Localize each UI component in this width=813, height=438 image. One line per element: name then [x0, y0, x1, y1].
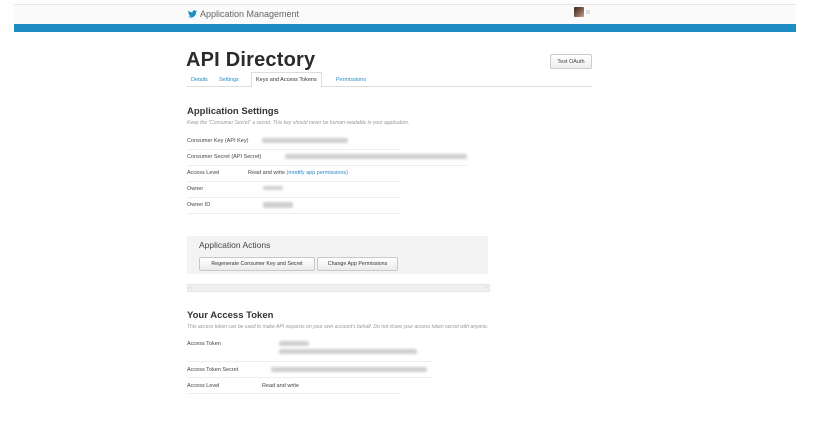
- access-token-value-redacted-1: [279, 341, 309, 346]
- modify-app-permissions-link[interactable]: (modify app permissions): [287, 170, 348, 176]
- twitter-bird-icon: [188, 10, 197, 18]
- consumer-key-row: Consumer Key (API Key): [187, 134, 400, 150]
- avatar[interactable]: [574, 7, 584, 17]
- brand[interactable]: Application Management: [188, 9, 299, 19]
- regenerate-consumer-key-button[interactable]: Regenerate Consumer Key and Secret: [199, 257, 315, 271]
- consumer-secret-value-redacted: [285, 154, 467, 159]
- application-actions-panel: Application Actions Regenerate Consumer …: [187, 236, 488, 274]
- owner-id-label: Owner ID: [187, 202, 211, 208]
- access-token-secret-label: Access Token Secret: [187, 367, 239, 373]
- token-access-level-label: Access Level: [187, 383, 220, 389]
- top-navigation-bar: [14, 4, 796, 25]
- access-token-label: Access Token: [187, 341, 221, 347]
- owner-row: Owner: [187, 182, 400, 198]
- consumer-secret-label: Consumer Secret (API Secret): [187, 154, 262, 160]
- owner-value-redacted: [263, 186, 283, 190]
- test-oauth-button[interactable]: Test OAuth: [550, 54, 592, 69]
- change-app-permissions-button[interactable]: Change App Permissions: [317, 257, 398, 271]
- scroll-right-icon[interactable]: ›: [485, 285, 487, 291]
- access-token-value-redacted-2: [279, 349, 417, 354]
- owner-id-value-redacted: [263, 202, 293, 208]
- access-level-value: Read and write (modify app permissions): [248, 170, 348, 176]
- access-level-text: Read and write: [248, 170, 285, 176]
- scroll-left-icon[interactable]: ‹: [190, 285, 192, 291]
- page-title: API Directory: [186, 49, 316, 71]
- token-access-level-value: Read and write: [262, 383, 299, 389]
- access-token-secret-value-redacted: [271, 367, 427, 372]
- consumer-key-label: Consumer Key (API Key): [187, 138, 249, 144]
- access-token-secret-row: Access Token Secret: [187, 364, 433, 378]
- access-level-row: Access Level Read and write (modify app …: [187, 166, 400, 182]
- horizontal-scrollbar[interactable]: ‹ ›: [187, 284, 490, 292]
- token-access-level-row: Access Level Read and write: [187, 380, 400, 394]
- application-settings-heading: Application Settings: [187, 106, 279, 117]
- owner-label: Owner: [187, 186, 204, 192]
- consumer-key-value-redacted: [262, 138, 348, 143]
- consumer-secret-row: Consumer Secret (API Secret): [187, 150, 467, 166]
- tab-keys-and-access-tokens[interactable]: Keys and Access Tokens: [251, 72, 322, 88]
- access-token-hint: This access token can be used to make AP…: [187, 324, 489, 330]
- tab-settings[interactable]: Settings: [215, 73, 243, 86]
- your-access-token-heading: Your Access Token: [187, 310, 274, 321]
- access-token-row: Access Token: [187, 337, 433, 362]
- tab-bar: Details Settings Keys and Access Tokens …: [187, 72, 592, 88]
- owner-id-row: Owner ID: [187, 198, 400, 214]
- chevron-down-icon[interactable]: [586, 10, 590, 14]
- header-accent-bar: [14, 24, 796, 32]
- application-actions-heading: Application Actions: [199, 240, 271, 250]
- brand-label: Application Management: [200, 9, 300, 19]
- tab-details[interactable]: Details: [187, 73, 212, 86]
- tab-permissions[interactable]: Permissions: [332, 73, 370, 86]
- application-settings-hint: Keep the "Consumer Secret" a secret. Thi…: [187, 120, 410, 126]
- access-level-label: Access Level: [187, 170, 220, 176]
